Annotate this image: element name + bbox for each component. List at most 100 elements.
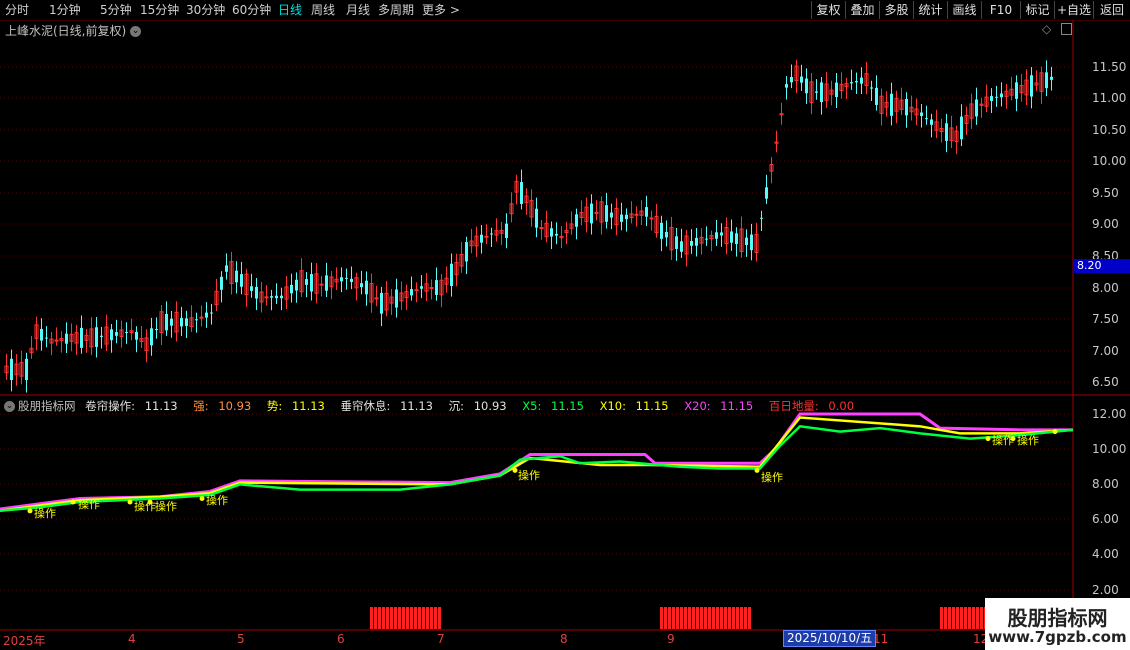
candle-down bbox=[465, 242, 468, 262]
layout-icon[interactable] bbox=[1061, 23, 1072, 35]
candle-down bbox=[760, 217, 763, 219]
signal-label: 操作 bbox=[34, 507, 56, 520]
signal-dot bbox=[127, 499, 133, 505]
candle-down bbox=[990, 96, 993, 101]
legend-value: 11.13 bbox=[400, 399, 433, 413]
candle-down bbox=[225, 265, 228, 272]
low-volume-bar bbox=[688, 607, 691, 629]
candle-down bbox=[205, 312, 208, 318]
candle-down bbox=[340, 277, 343, 282]
low-volume-bar bbox=[704, 607, 707, 629]
candle-down bbox=[450, 263, 453, 287]
candle-down bbox=[705, 238, 708, 240]
candle-down bbox=[115, 332, 118, 336]
diamond-icon[interactable]: ◇ bbox=[1042, 22, 1051, 36]
candle-down bbox=[735, 233, 738, 245]
candle-up bbox=[634, 213, 639, 216]
price-label: 6.50 bbox=[1092, 375, 1119, 389]
indicator-axis-label: 4.00 bbox=[1092, 547, 1119, 561]
legend-label: 卷帘操作: bbox=[85, 399, 136, 413]
candle-down bbox=[875, 87, 878, 105]
low-volume-bar bbox=[370, 607, 373, 629]
candle-down bbox=[995, 96, 998, 98]
candle-down bbox=[695, 237, 698, 246]
candle-down bbox=[305, 279, 308, 285]
kline-chart[interactable] bbox=[0, 0, 1130, 650]
price-label: 8.00 bbox=[1092, 281, 1119, 295]
signal-label: 操作 bbox=[518, 469, 540, 482]
signal-dot bbox=[199, 495, 205, 501]
low-volume-bar bbox=[402, 607, 405, 629]
candle-down bbox=[125, 331, 128, 333]
candle-up bbox=[649, 217, 654, 220]
candle-down bbox=[520, 182, 523, 204]
price-label: 7.50 bbox=[1092, 312, 1119, 326]
price-label: 10.50 bbox=[1092, 123, 1127, 137]
candle-down bbox=[325, 275, 328, 291]
legend-value: 11.15 bbox=[551, 399, 584, 413]
indicator-axis-label: 2.00 bbox=[1092, 583, 1119, 597]
candle-down bbox=[275, 295, 278, 299]
low-volume-bar bbox=[956, 607, 959, 629]
candle-down bbox=[65, 333, 68, 344]
candle-down bbox=[350, 278, 353, 282]
candle-down bbox=[750, 234, 753, 251]
signal-label: 操作 bbox=[78, 498, 100, 511]
candle-down bbox=[10, 358, 13, 381]
low-volume-bar bbox=[430, 607, 433, 629]
chevron-down-icon[interactable]: ⌄ bbox=[130, 26, 142, 37]
legend-value: 11.13 bbox=[144, 399, 178, 413]
candle-down bbox=[605, 205, 608, 222]
candle-down bbox=[790, 76, 793, 83]
candle-down bbox=[720, 232, 723, 236]
candle-down bbox=[690, 241, 693, 246]
legend-label: X10: bbox=[599, 399, 626, 413]
low-volume-bar bbox=[948, 607, 951, 629]
candle-down bbox=[365, 280, 368, 295]
candle-down bbox=[975, 99, 978, 117]
candle-down bbox=[765, 187, 768, 199]
candle-up bbox=[264, 296, 269, 299]
candle-down bbox=[945, 123, 948, 141]
date-label: 2025年 bbox=[3, 634, 46, 648]
legend-label: 沉: bbox=[448, 399, 465, 413]
low-volume-bar bbox=[720, 607, 723, 629]
candle-down bbox=[925, 118, 928, 120]
date-label: 8 bbox=[560, 632, 568, 646]
price-label: 9.50 bbox=[1092, 186, 1119, 200]
low-volume-bar bbox=[740, 607, 743, 629]
low-volume-bar bbox=[736, 607, 739, 629]
low-volume-bar bbox=[952, 607, 955, 629]
x20-line bbox=[0, 412, 1073, 511]
candle-down bbox=[210, 312, 213, 314]
candle-down bbox=[535, 208, 538, 228]
indicator-axis-label: 12.00 bbox=[1092, 407, 1127, 421]
legend-value: 0.00 bbox=[828, 399, 855, 413]
legend-label: 百日地量: bbox=[768, 399, 819, 413]
legend-label: X20: bbox=[684, 399, 711, 413]
legend-label: 垂帘休息: bbox=[340, 399, 391, 413]
low-volume-bar bbox=[398, 607, 401, 629]
stock-title: 上峰水泥(日线,前复权) bbox=[5, 24, 127, 38]
candle-down bbox=[135, 331, 138, 340]
date-label: 7 bbox=[437, 632, 445, 646]
candle-down bbox=[715, 232, 718, 239]
candle-up bbox=[594, 211, 599, 214]
candle-down bbox=[280, 295, 283, 299]
signal-dot bbox=[70, 499, 76, 505]
low-volume-bar bbox=[664, 607, 667, 629]
indicator-menu-icon[interactable]: ⌄ bbox=[4, 401, 15, 412]
low-volume-bar bbox=[676, 607, 679, 629]
indicator-axis-label: 6.00 bbox=[1092, 512, 1119, 526]
low-volume-bar bbox=[692, 607, 695, 629]
signal-label: 操作 bbox=[155, 500, 177, 513]
low-volume-bar bbox=[700, 607, 703, 629]
candle-down bbox=[1045, 72, 1048, 89]
legend-label: X5: bbox=[522, 399, 542, 413]
watermark-url: www.7gpzb.com bbox=[988, 628, 1127, 646]
candle-down bbox=[410, 289, 413, 296]
candle-up bbox=[539, 227, 544, 230]
candle-up bbox=[374, 297, 379, 300]
low-volume-bar bbox=[390, 607, 393, 629]
signal-label: 操作 bbox=[134, 500, 156, 513]
